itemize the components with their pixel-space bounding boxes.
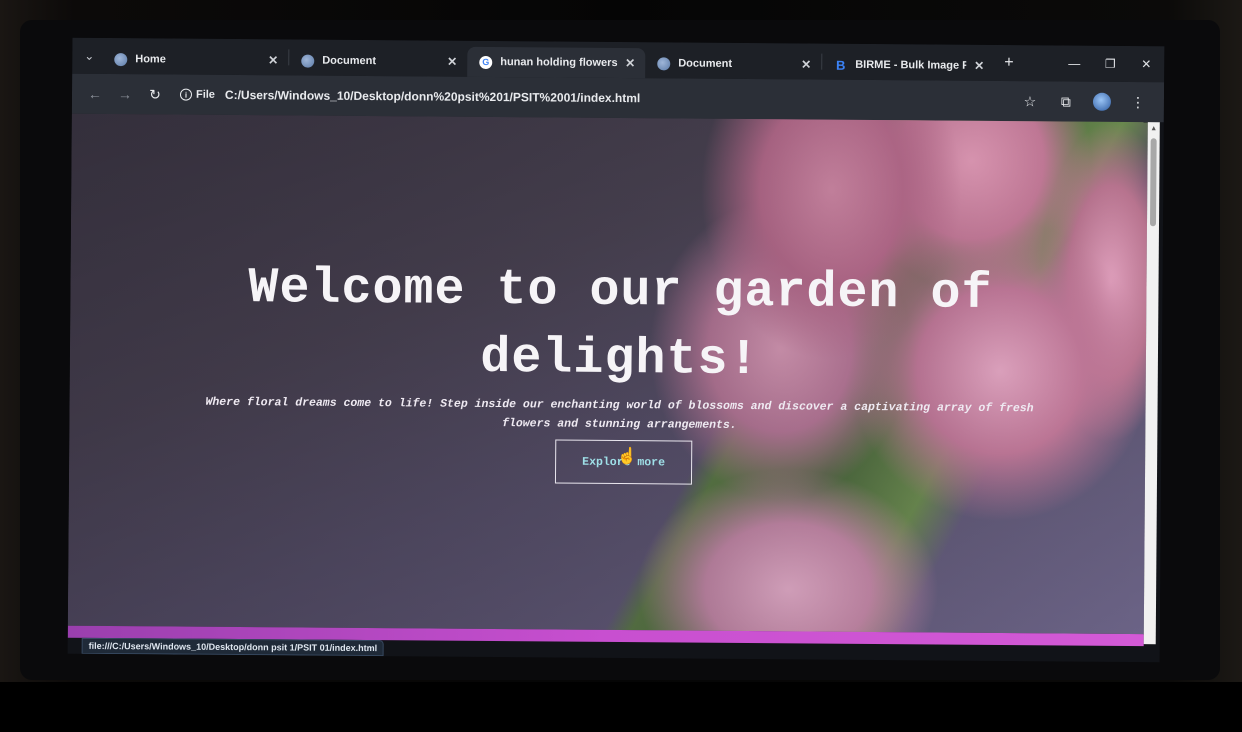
profile-avatar-icon[interactable] [1084, 87, 1120, 117]
toolbar-actions: ☆ ⧉ ⋮ [1012, 86, 1156, 117]
back-arrow-icon[interactable]: ← [80, 79, 110, 109]
close-window-icon[interactable]: ✕ [1128, 46, 1164, 82]
scroll-thumb[interactable] [1149, 138, 1157, 227]
birme-icon: B [835, 57, 846, 73]
window-controls: — ❐ ✕ [1056, 45, 1164, 82]
extensions-puzzle-icon[interactable]: ⧉ [1048, 86, 1084, 116]
browser-window: ⌄ Home ✕ Document ✕ G hunan holding flow… [67, 37, 1165, 663]
desk-shadow [0, 682, 1242, 732]
tab-google-search[interactable]: G hunan holding flowers pink ✕ [467, 46, 646, 79]
bookmark-star-icon[interactable]: ☆ [1012, 86, 1048, 116]
scroll-up-arrow-icon[interactable]: ▲ [1148, 122, 1160, 134]
status-bar-url: file:///C:/Users/Windows_10/Desktop/donn… [81, 637, 385, 657]
restore-icon[interactable]: ❐ [1092, 46, 1128, 82]
hero-title: Welcome to our garden of delights! [248, 260, 993, 390]
tab-title: BIRME - Bulk Image Resizing [855, 58, 967, 72]
hand-pointer-cursor-icon: ☝ [617, 448, 638, 466]
tab-search-chevron-icon[interactable]: ⌄ [76, 41, 102, 71]
address-bar[interactable]: i File C:/Users/Windows_10/Desktop/donn%… [179, 81, 1012, 116]
url-text[interactable]: C:/Users/Windows_10/Desktop/donn%20psit%… [225, 88, 640, 105]
globe-icon [657, 56, 671, 70]
close-icon[interactable]: ✕ [625, 56, 635, 70]
tab-title: Document [678, 57, 733, 70]
close-icon[interactable]: ✕ [801, 57, 811, 71]
tab-birme[interactable]: B BIRME - Bulk Image Resizing ✕ [822, 50, 994, 81]
tab-title: Home [135, 53, 166, 66]
tab-title: Document [322, 54, 377, 68]
close-icon[interactable]: ✕ [268, 53, 278, 67]
tab-home[interactable]: Home ✕ [102, 44, 288, 75]
page-viewport: Welcome to our garden of delights! Where… [67, 113, 1148, 635]
site-info-chip[interactable]: i File [179, 88, 215, 101]
tab-document-2[interactable]: Document ✕ [645, 48, 821, 79]
globe-icon [114, 52, 128, 66]
new-tab-plus-icon[interactable]: + [994, 54, 1023, 72]
hero-subtitle: Where floral dreams come to life! Step i… [205, 395, 1034, 432]
close-icon[interactable]: ✕ [974, 59, 984, 73]
globe-icon [301, 54, 315, 68]
tab-document-1[interactable]: Document ✕ [289, 45, 467, 76]
minimize-icon[interactable]: — [1056, 45, 1092, 81]
close-icon[interactable]: ✕ [447, 55, 457, 69]
tab-title: hunan holding flowers pink [500, 56, 618, 70]
site-info-label: File [195, 88, 215, 101]
reload-icon[interactable]: ↻ [140, 79, 170, 109]
forward-arrow-icon[interactable]: → [110, 79, 140, 109]
menu-kebab-icon[interactable]: ⋮ [1120, 87, 1156, 117]
google-icon: G [479, 55, 493, 69]
info-icon: i [179, 88, 193, 101]
